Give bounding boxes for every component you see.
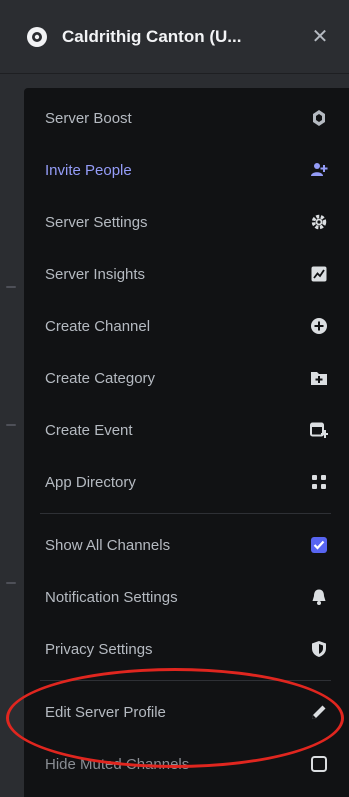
- menu-item-hide-muted-channels[interactable]: Hide Muted Channels: [32, 738, 339, 790]
- boost-icon: [308, 107, 330, 129]
- menu-item-label: Notification Settings: [45, 588, 178, 606]
- checkbox-empty-icon: [308, 753, 330, 775]
- server-logo-icon: [27, 26, 47, 47]
- close-menu-button[interactable]: ✕: [303, 20, 337, 54]
- server-dropdown-menu: Server Boost Invite People Server Settings…: [24, 88, 349, 797]
- menu-item-label: Server Settings: [45, 213, 148, 231]
- add-user-icon: [308, 159, 330, 181]
- bell-icon: [308, 586, 330, 608]
- menu-item-label: Hide Muted Channels: [45, 755, 190, 773]
- channel-list-gutter: [0, 74, 24, 797]
- server-name: Caldrithig Canton (U...: [62, 26, 242, 46]
- menu-separator: [40, 513, 331, 514]
- calendar-plus-icon: [308, 419, 330, 441]
- plus-circle-icon: [308, 315, 330, 337]
- menu-item-server-boost[interactable]: Server Boost: [32, 92, 339, 144]
- menu-item-create-event[interactable]: Create Event: [32, 404, 339, 456]
- gutter-marker: [6, 424, 16, 426]
- gutter-marker: [6, 582, 16, 584]
- menu-item-label: Server Boost: [45, 109, 132, 127]
- menu-item-label: Privacy Settings: [45, 640, 153, 658]
- menu-item-server-settings[interactable]: Server Settings: [32, 196, 339, 248]
- pencil-icon: [308, 701, 330, 723]
- menu-item-label: Invite People: [45, 161, 132, 179]
- gutter-marker: [6, 286, 16, 288]
- menu-item-edit-server-profile[interactable]: Edit Server Profile: [32, 686, 339, 738]
- menu-item-label: Show All Channels: [45, 536, 171, 554]
- menu-item-create-category[interactable]: Create Category: [32, 352, 339, 404]
- menu-item-label: Edit Server Profile: [45, 703, 166, 721]
- app-grid-icon: [308, 471, 330, 493]
- menu-item-server-insights[interactable]: Server Insights: [32, 248, 339, 300]
- shield-icon: [308, 638, 330, 660]
- menu-item-create-channel[interactable]: Create Channel: [32, 300, 339, 352]
- menu-item-label: App Directory: [45, 473, 136, 491]
- checkbox-checked-icon: [308, 534, 330, 556]
- gear-icon: [308, 211, 330, 233]
- folder-plus-icon: [308, 367, 330, 389]
- menu-item-label: Create Channel: [45, 317, 151, 335]
- menu-item-label: Server Insights: [45, 265, 146, 283]
- server-header[interactable]: Caldrithig Canton (U... ✕: [0, 0, 349, 74]
- menu-item-notification-settings[interactable]: Notification Settings: [32, 571, 339, 623]
- menu-item-label: Create Category: [45, 369, 156, 387]
- menu-item-show-all-channels[interactable]: Show All Channels: [32, 519, 339, 571]
- menu-separator: [40, 680, 331, 681]
- menu-item-privacy-settings[interactable]: Privacy Settings: [32, 623, 339, 675]
- insights-icon: [308, 263, 330, 285]
- menu-item-label: Create Event: [45, 421, 133, 439]
- menu-item-app-directory[interactable]: App Directory: [32, 456, 339, 508]
- menu-item-invite-people[interactable]: Invite People: [32, 144, 339, 196]
